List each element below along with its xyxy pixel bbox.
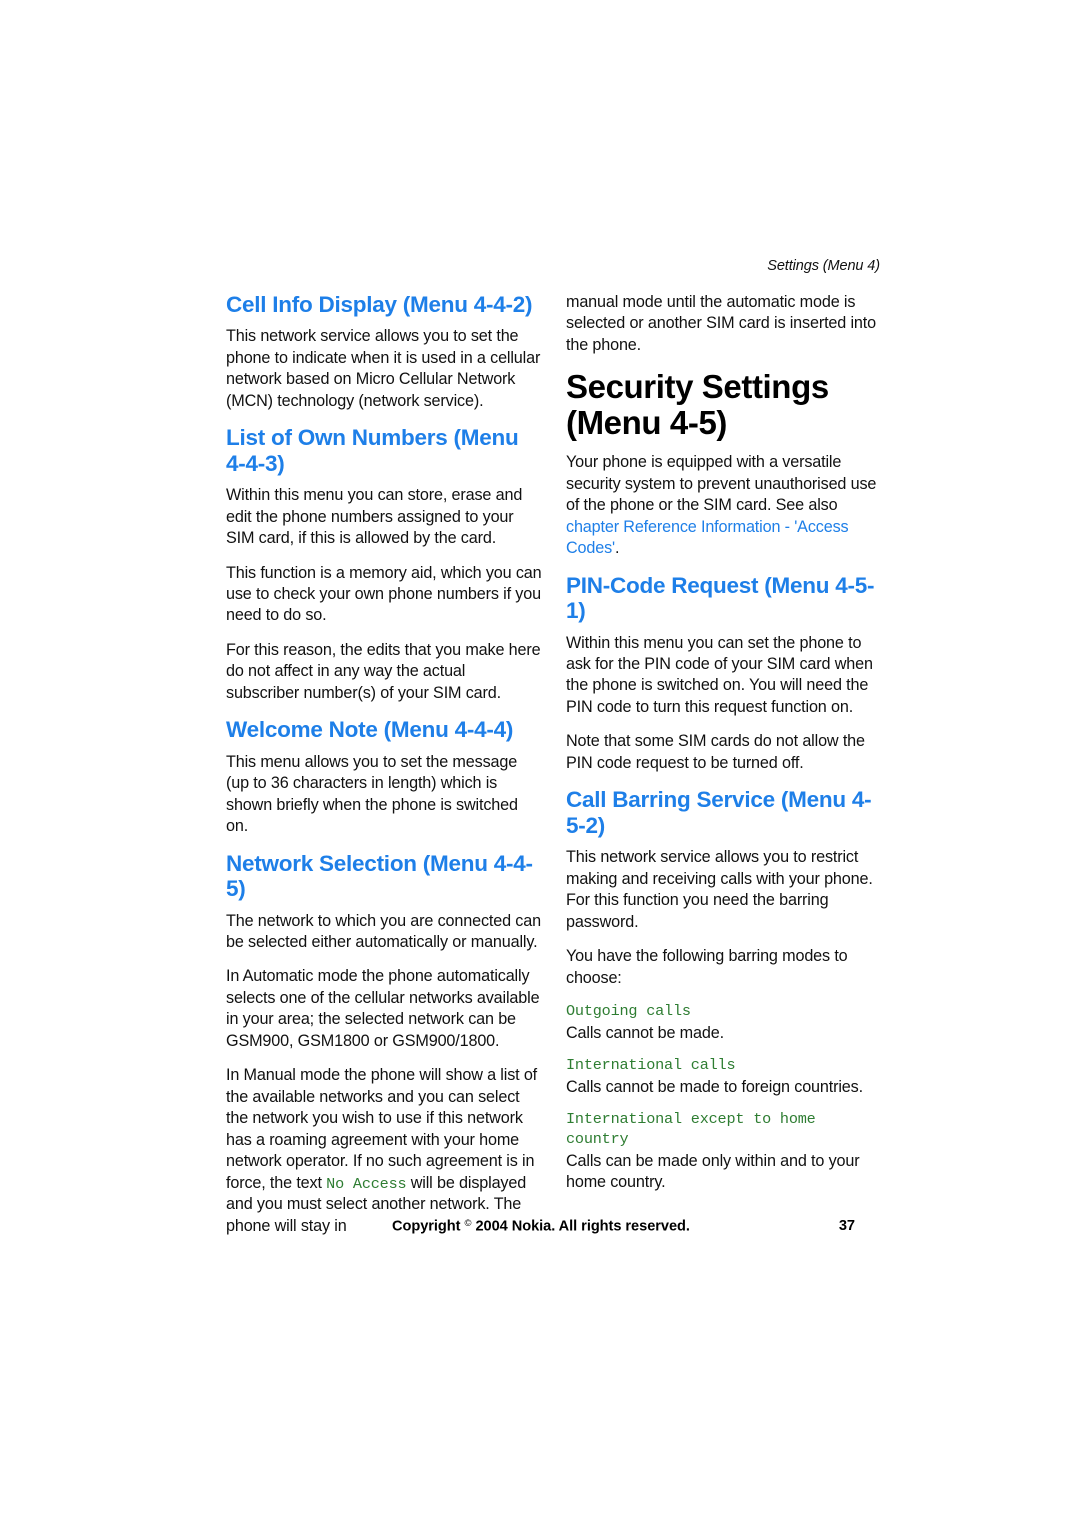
barring-mode-item: International except to home country Cal… — [566, 1110, 882, 1193]
barring-modes-list: Outgoing calls Calls cannot be made. Int… — [566, 1002, 882, 1194]
paragraph-pin-code-request-2: Note that some SIM cards do not allow th… — [566, 732, 865, 772]
paragraph-pin-code-request-1: Within this menu you can set the phone t… — [566, 633, 873, 716]
paragraph-call-barring-service-2: You have the following barring modes to … — [566, 947, 848, 987]
barring-mode-description: Calls can be made only within and to you… — [566, 1151, 860, 1192]
two-column-body: Cell Info Display (Menu 4-4-2) This netw… — [226, 292, 882, 1235]
barring-mode-term: Outgoing calls — [566, 1002, 691, 1020]
paragraph-network-selection-1: The network to which you are connected c… — [226, 911, 541, 951]
paragraph-list-of-own-numbers-1: Within this menu you can store, erase an… — [226, 486, 523, 548]
paragraph-network-selection-2: In Automatic mode the phone automaticall… — [226, 967, 540, 1050]
barring-mode-term: International except to home country — [566, 1110, 816, 1149]
left-column: Cell Info Display (Menu 4-4-2) This netw… — [226, 292, 542, 1237]
paragraph-list-of-own-numbers-3: For this reason, the edits that you make… — [226, 640, 541, 702]
paragraph-call-barring-service-1: This network service allows you to restr… — [566, 848, 873, 931]
paragraph-welcome-note-1: This menu allows you to set the message … — [226, 752, 518, 836]
right-column: manual mode until the automatic mode is … — [566, 292, 882, 1194]
paragraph-network-selection-3: In Manual mode the phone will show a lis… — [226, 1065, 542, 1237]
page-number: 37 — [838, 1218, 855, 1234]
heading-security-settings: Security Settings (Menu 4-5) — [566, 368, 829, 442]
paragraph-network-selection-continuation: manual mode until the automatic mode is … — [566, 293, 876, 354]
copyright-symbol-icon: © — [464, 1218, 472, 1229]
paragraph-security-settings-1-text-after: . — [614, 539, 620, 558]
running-header: Settings (Menu 4) — [767, 258, 880, 274]
barring-mode-description: Calls cannot be made to foreign countrie… — [566, 1077, 863, 1096]
paragraph-cell-info-display-1: This network service allows you to set t… — [226, 327, 541, 410]
copyright-notice: Copyright © 2004 Nokia. All rights reser… — [392, 1218, 690, 1234]
copyright-suffix: 2004 Nokia. All rights reserved. — [475, 1218, 690, 1235]
barring-mode-description: Calls cannot be made. — [566, 1023, 724, 1042]
heading-list-of-own-numbers: List of Own Numbers (Menu 4-4-3) — [226, 425, 519, 476]
heading-call-barring-service: Call Barring Service (Menu 4-5-2) — [566, 787, 872, 838]
cross-reference-link-access-codes[interactable]: chapter Reference Information - 'Access … — [566, 518, 849, 557]
paragraph-list-of-own-numbers-2: This function is a memory aid, which you… — [226, 563, 542, 625]
heading-pin-code-request: PIN-Code Request (Menu 4-5-1) — [566, 572, 875, 624]
barring-mode-item: International calls Calls cannot be made… — [566, 1056, 882, 1098]
ui-term-no-access: No Access — [326, 1174, 407, 1193]
heading-welcome-note: Welcome Note (Menu 4-4-4) — [226, 717, 514, 743]
barring-mode-term: International calls — [566, 1056, 736, 1075]
copyright-prefix: Copyright — [392, 1218, 461, 1235]
barring-mode-item: Outgoing calls Calls cannot be made. — [566, 1002, 882, 1044]
heading-network-selection: Network Selection (Menu 4-4-5) — [226, 850, 533, 902]
paragraph-security-settings-1-text-before: Your phone is equipped with a versatile … — [566, 453, 877, 515]
paragraph-security-settings-1: Your phone is equipped with a versatile … — [566, 452, 882, 559]
heading-cell-info-display: Cell Info Display (Menu 4-4-2) — [226, 292, 533, 317]
manual-page: Settings (Menu 4) Cell Info Display (Men… — [0, 0, 1080, 1528]
